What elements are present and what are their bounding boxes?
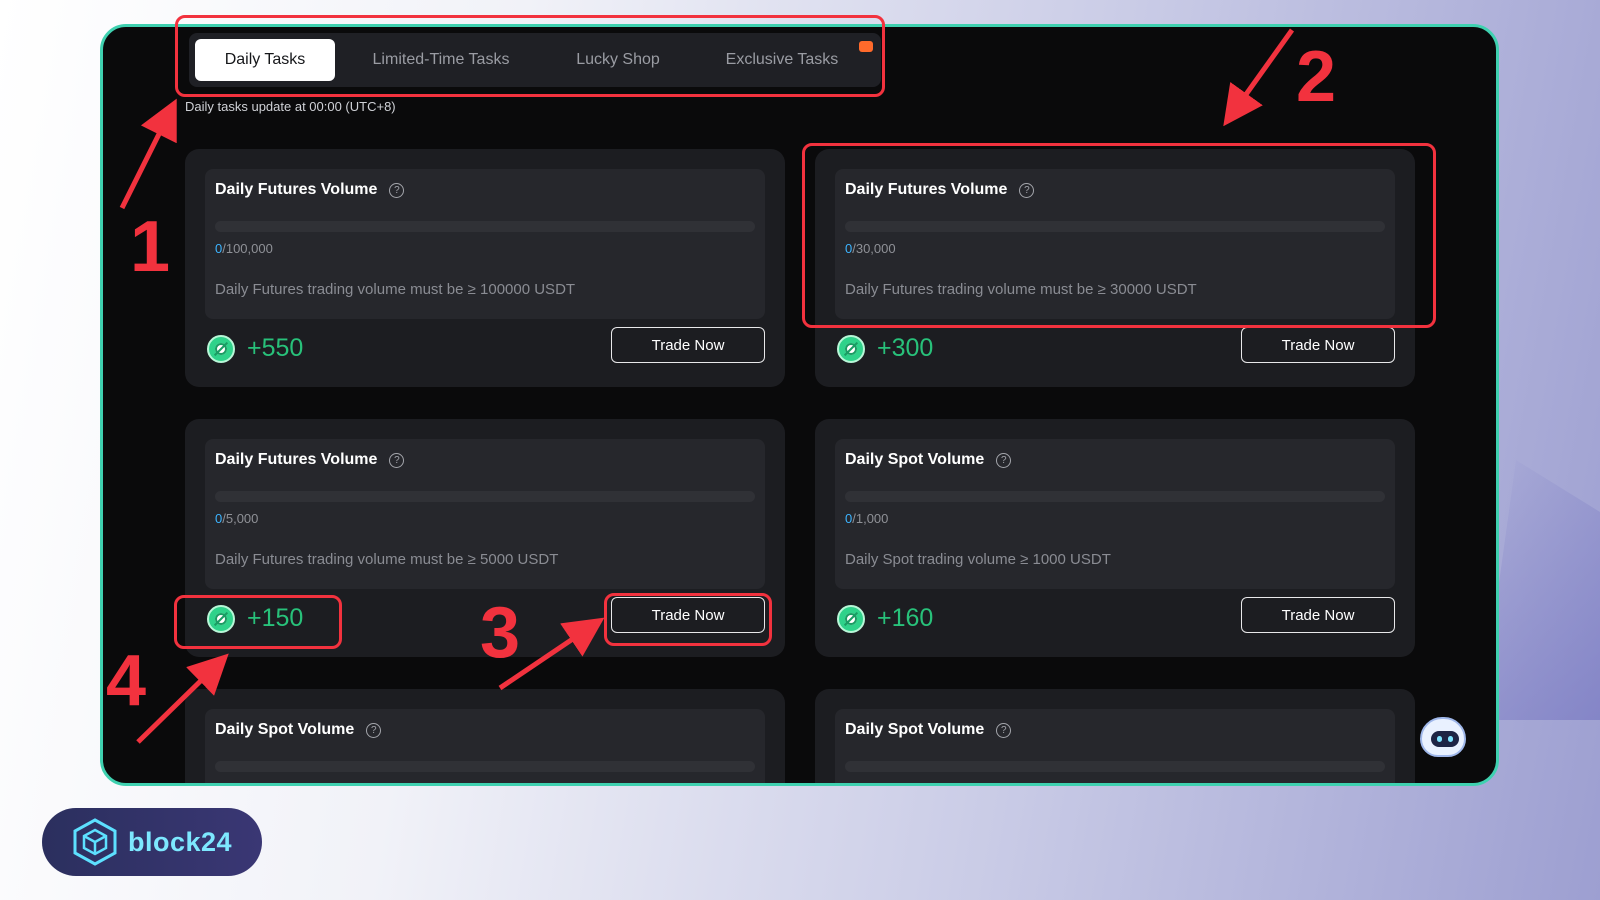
annotation-number-1: 1 xyxy=(130,207,171,287)
arrow-to-task xyxy=(1223,28,1295,127)
arrow-to-reward xyxy=(136,653,229,744)
annotation-number-2: 2 xyxy=(1296,37,1337,117)
annotation-number-3: 3 xyxy=(480,593,521,673)
cube-logo-icon xyxy=(73,818,117,866)
annotation-number-4: 4 xyxy=(106,641,147,721)
annotation-arrows xyxy=(119,28,1295,744)
logo-text: block24 xyxy=(128,826,233,857)
brand-logo: block24 xyxy=(42,808,262,876)
arrow-to-tabs xyxy=(119,98,177,210)
